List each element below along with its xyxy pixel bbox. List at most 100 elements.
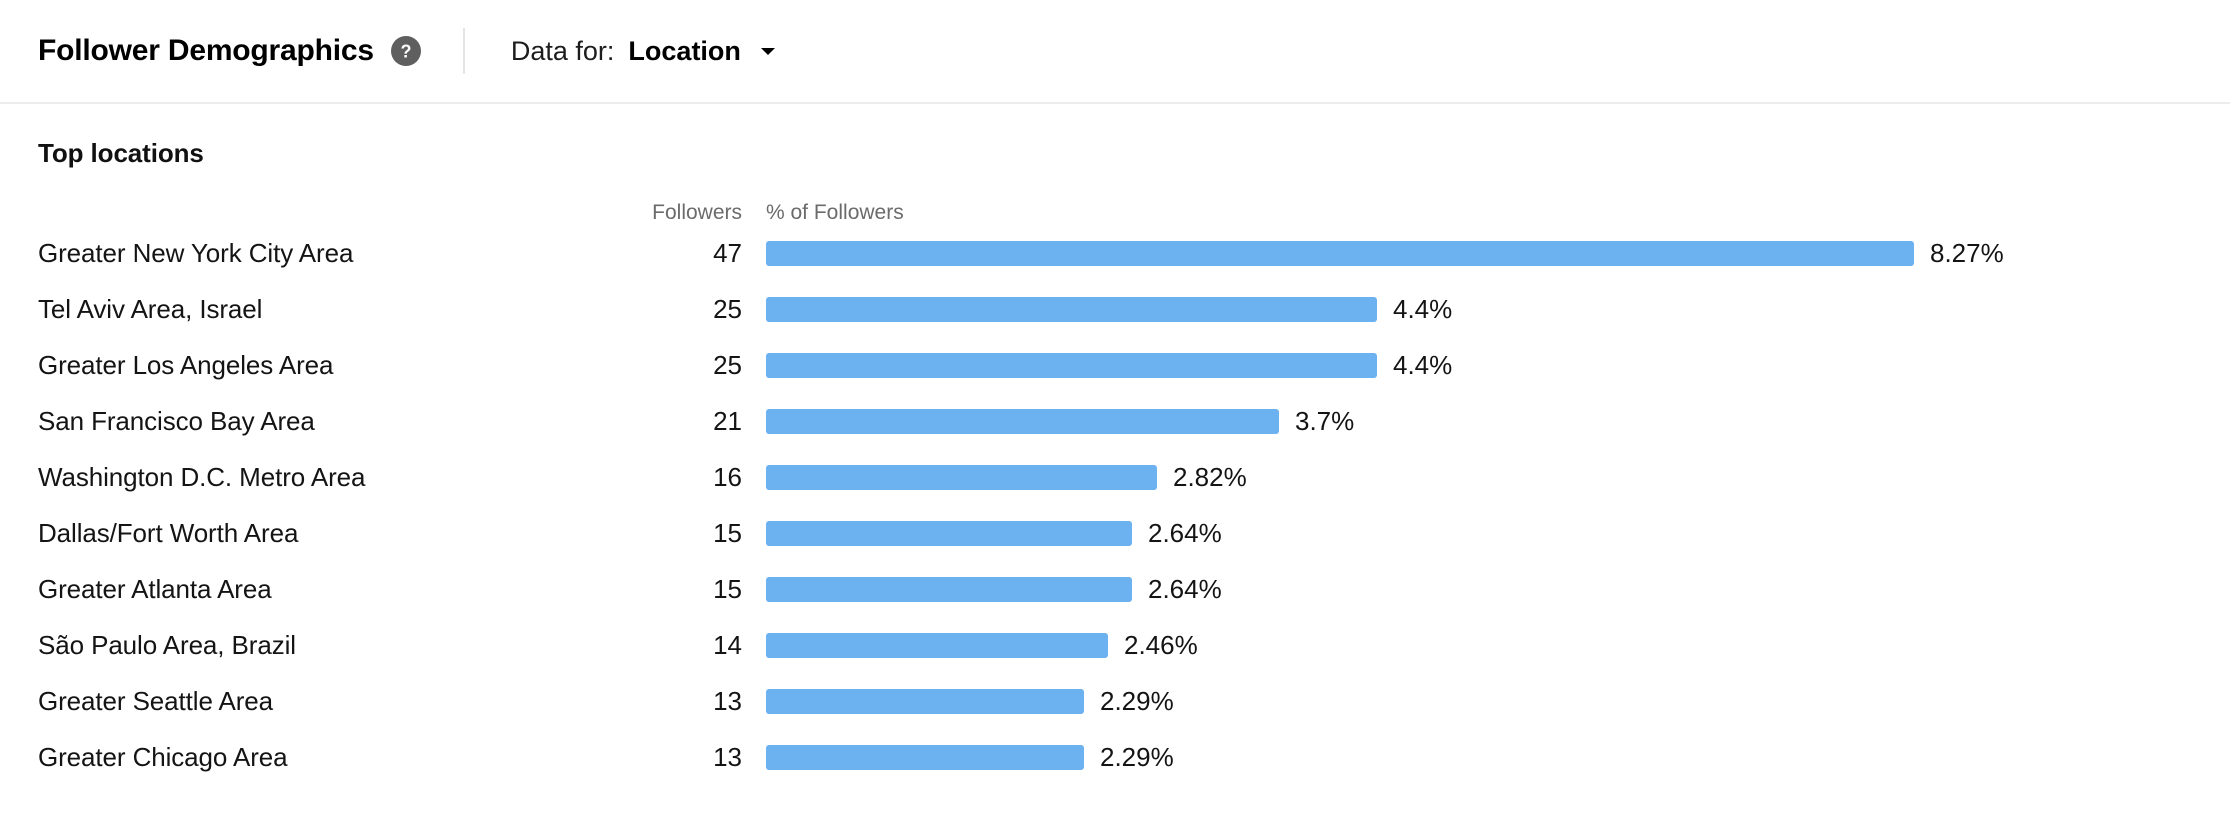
table-row: Dallas/Fort Worth Area 15 2.64%	[0, 505, 2230, 561]
followers-count-value: 16	[713, 462, 742, 492]
percent-label: 2.29%	[1100, 742, 1174, 773]
location-cell: Dallas/Fort Worth Area	[0, 518, 600, 549]
percent-bar	[766, 521, 1132, 546]
followers-count-cell: 13	[600, 686, 742, 717]
follower-demographics-panel: Follower Demographics ? Data for: Locati…	[0, 0, 2230, 832]
percent-bar-cell: 8.27%	[742, 238, 2230, 269]
percent-bar-cell: 4.4%	[742, 350, 2230, 381]
bar-wrap: 2.82%	[766, 462, 2230, 493]
bar-wrap: 2.46%	[766, 630, 2230, 661]
bar-wrap: 4.4%	[766, 350, 2230, 381]
percent-label: 8.27%	[1930, 238, 2004, 269]
followers-count-value: 14	[713, 630, 742, 660]
percent-bar-cell: 2.29%	[742, 742, 2230, 773]
followers-count-cell: 15	[600, 518, 742, 549]
percent-bar	[766, 353, 1377, 378]
table-row: Tel Aviv Area, Israel 25 4.4%	[0, 281, 2230, 337]
column-header-percent: % of Followers	[742, 201, 2230, 225]
percent-bar	[766, 465, 1157, 490]
table-rows-container: Greater New York City Area 47 8.27% Tel Avi…	[0, 225, 2230, 785]
percent-label: 4.4%	[1393, 350, 1452, 381]
table-row: Greater Atlanta Area 15 2.64%	[0, 561, 2230, 617]
location-cell: Greater Atlanta Area	[0, 574, 600, 605]
location-label: Washington D.C. Metro Area	[38, 462, 365, 492]
percent-bar	[766, 577, 1132, 602]
table-row: Washington D.C. Metro Area 16 2.82%	[0, 449, 2230, 505]
followers-count-cell: 16	[600, 462, 742, 493]
header-divider	[463, 28, 465, 74]
location-cell: Washington D.C. Metro Area	[0, 462, 600, 493]
followers-count-cell: 21	[600, 406, 742, 437]
followers-count-cell: 14	[600, 630, 742, 661]
location-cell: Greater Chicago Area	[0, 742, 600, 773]
location-label: Tel Aviv Area, Israel	[38, 294, 262, 324]
percent-bar	[766, 633, 1108, 658]
data-for-selected-value: Location	[628, 36, 741, 67]
svg-text:?: ?	[400, 42, 411, 62]
percent-bar	[766, 689, 1084, 714]
followers-count-value: 25	[713, 350, 742, 380]
location-cell: Greater New York City Area	[0, 238, 600, 269]
table-row: São Paulo Area, Brazil 14 2.46%	[0, 617, 2230, 673]
percent-label: 3.7%	[1295, 406, 1354, 437]
table-row: Greater Chicago Area 13 2.29%	[0, 729, 2230, 785]
bar-wrap: 2.64%	[766, 574, 2230, 605]
followers-count-value: 15	[713, 518, 742, 548]
followers-count-value: 47	[713, 238, 742, 268]
followers-count-cell: 47	[600, 238, 742, 269]
percent-label: 2.64%	[1148, 518, 1222, 549]
followers-count-cell: 13	[600, 742, 742, 773]
percent-label: 2.82%	[1173, 462, 1247, 493]
followers-count-value: 15	[713, 574, 742, 604]
column-header-followers: Followers	[600, 201, 742, 225]
followers-count-cell: 15	[600, 574, 742, 605]
bar-wrap: 8.27%	[766, 238, 2230, 269]
location-cell: Greater Seattle Area	[0, 686, 600, 717]
percent-bar	[766, 745, 1084, 770]
percent-label: 4.4%	[1393, 294, 1452, 325]
percent-bar-cell: 4.4%	[742, 294, 2230, 325]
location-label: San Francisco Bay Area	[38, 406, 315, 436]
location-cell: São Paulo Area, Brazil	[0, 630, 600, 661]
question-mark-circle-icon[interactable]: ?	[391, 36, 421, 66]
location-cell: San Francisco Bay Area	[0, 406, 600, 437]
percent-bar	[766, 409, 1279, 434]
percent-label: 2.64%	[1148, 574, 1222, 605]
percent-bar-cell: 3.7%	[742, 406, 2230, 437]
followers-count-cell: 25	[600, 350, 742, 381]
bar-wrap: 4.4%	[766, 294, 2230, 325]
percent-label: 2.29%	[1100, 686, 1174, 717]
followers-count-cell: 25	[600, 294, 742, 325]
percent-label: 2.46%	[1124, 630, 1198, 661]
followers-count-value: 13	[713, 686, 742, 716]
data-for-label: Data for:	[511, 36, 615, 67]
bar-wrap: 2.29%	[766, 686, 2230, 717]
followers-count-value: 25	[713, 294, 742, 324]
location-cell: Greater Los Angeles Area	[0, 350, 600, 381]
location-label: Greater Chicago Area	[38, 742, 287, 772]
table-row: Greater Seattle Area 13 2.29%	[0, 673, 2230, 729]
page-title: Follower Demographics	[38, 34, 374, 68]
bar-wrap: 2.29%	[766, 742, 2230, 773]
percent-bar-cell: 2.64%	[742, 518, 2230, 549]
top-locations-table: Followers % of Followers Greater New Yor…	[0, 191, 2230, 785]
table-row: Greater New York City Area 47 8.27%	[0, 225, 2230, 281]
chevron-down-icon[interactable]	[757, 40, 779, 62]
bar-wrap: 3.7%	[766, 406, 2230, 437]
location-cell: Tel Aviv Area, Israel	[0, 294, 600, 325]
percent-bar-cell: 2.29%	[742, 686, 2230, 717]
table-header-row: Followers % of Followers	[0, 191, 2230, 225]
panel-header: Follower Demographics ? Data for: Locati…	[0, 0, 2230, 104]
table-row: San Francisco Bay Area 21 3.7%	[0, 393, 2230, 449]
table-row: Greater Los Angeles Area 25 4.4%	[0, 337, 2230, 393]
location-label: Greater Seattle Area	[38, 686, 273, 716]
percent-bar-cell: 2.46%	[742, 630, 2230, 661]
location-label: Dallas/Fort Worth Area	[38, 518, 298, 548]
location-label: Greater New York City Area	[38, 238, 353, 268]
location-label: São Paulo Area, Brazil	[38, 630, 296, 660]
bar-wrap: 2.64%	[766, 518, 2230, 549]
followers-count-value: 21	[713, 406, 742, 436]
data-for-dropdown[interactable]: Data for: Location	[511, 36, 779, 67]
section-title: Top locations	[0, 138, 2230, 169]
location-label: Greater Atlanta Area	[38, 574, 272, 604]
